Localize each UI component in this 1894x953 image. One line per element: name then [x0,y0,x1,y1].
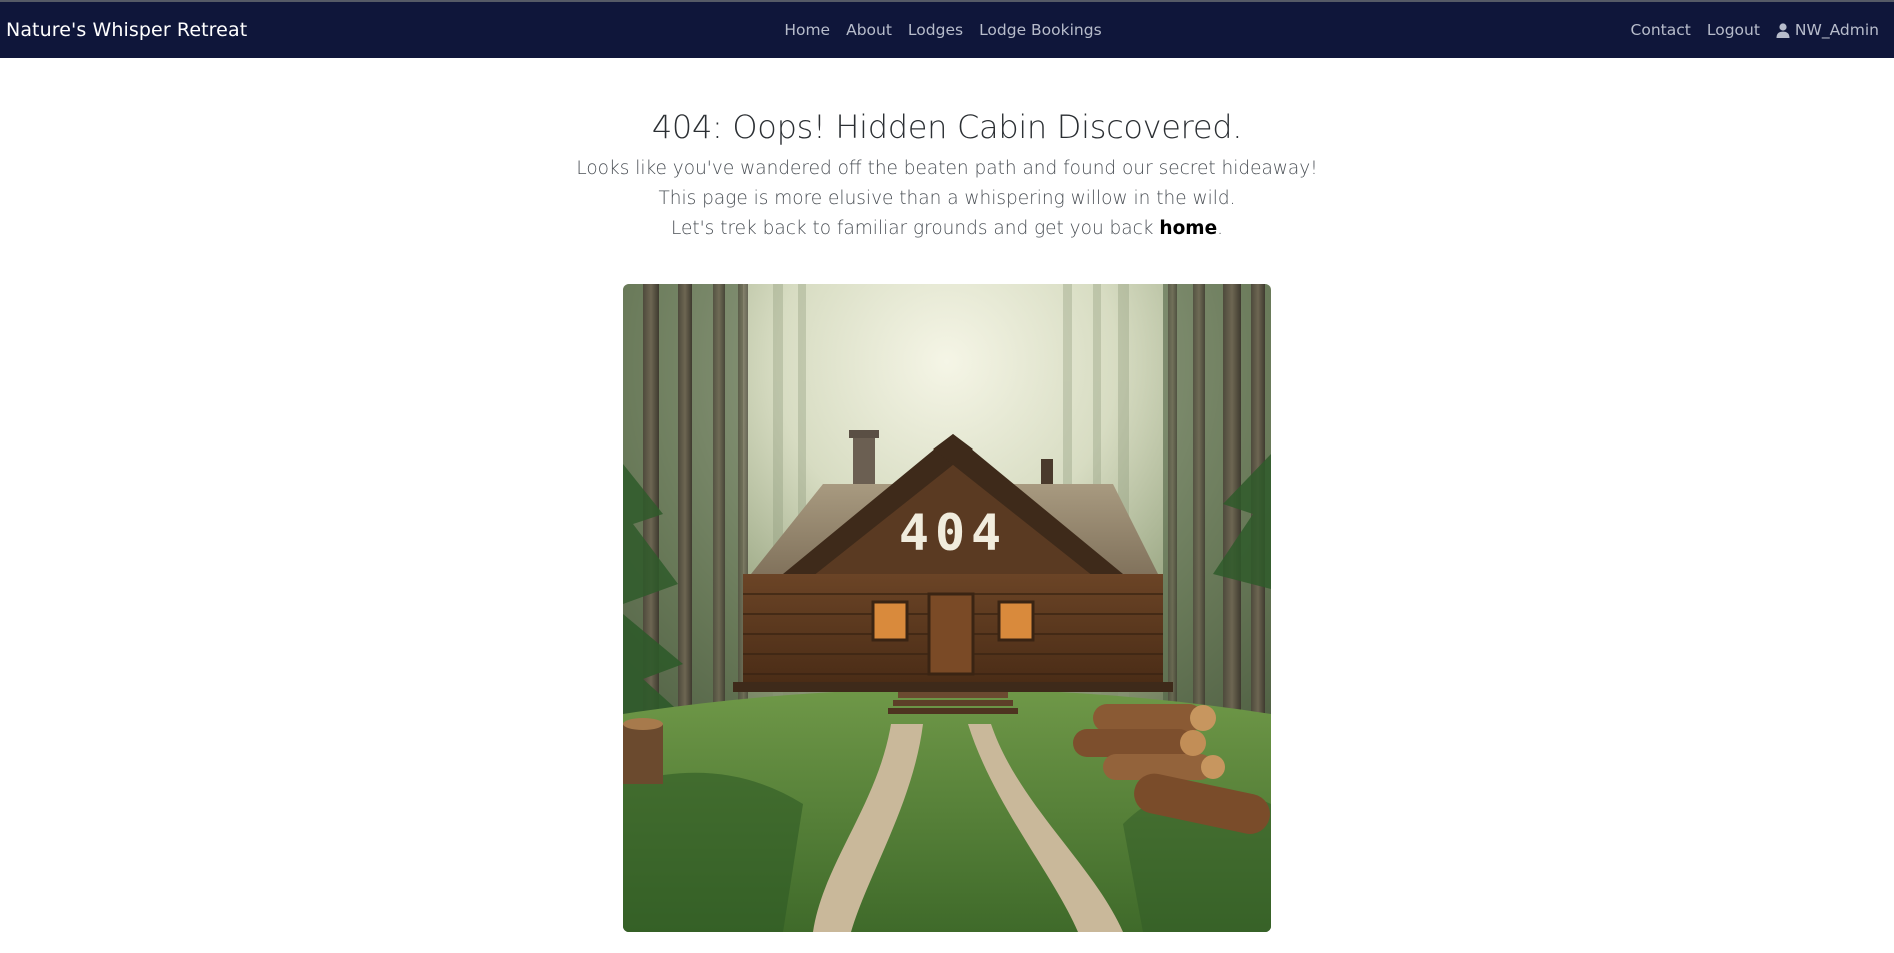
nav-lodge-bookings[interactable]: Lodge Bookings [979,21,1102,39]
page-title: 404: Oops! Hidden Cabin Discovered. [651,108,1243,146]
message-line-1: Looks like you've wandered off the beate… [576,158,1318,179]
user-menu[interactable]: NW_Admin [1776,21,1879,39]
message-block: Looks like you've wandered off the beate… [0,154,1894,244]
nav-links: Home About Lodges Lodge Bookings [784,21,1101,39]
navbar: Nature's Whisper Retreat Home About Lodg… [0,2,1894,58]
message-line-3-prefix: Let's trek back to familiar grounds and … [670,218,1160,239]
nav-right: Contact Logout NW_Admin [1631,21,1888,39]
message-line-2: This page is more elusive than a whisper… [658,188,1236,209]
message-line-3: Let's trek back to familiar grounds and … [0,214,1894,244]
username-label: NW_Admin [1794,21,1879,39]
nav-contact[interactable]: Contact [1631,21,1691,39]
nav-logout[interactable]: Logout [1707,21,1760,39]
right-forest [1163,284,1271,764]
brand-link[interactable]: Nature's Whisper Retreat [6,19,247,41]
cabin-illustration: 404 [623,284,1271,932]
cabin-404-image: 404 [623,284,1271,932]
nav-lodges[interactable]: Lodges [908,21,963,39]
home-link[interactable]: home [1159,218,1217,239]
left-forest [623,284,748,764]
nav-center: Home About Lodges Lodge Bookings [0,2,1894,58]
user-icon [1776,22,1790,38]
nav-home[interactable]: Home [784,21,830,39]
nav-about[interactable]: About [846,21,892,39]
main-content: 404: Oops! Hidden Cabin Discovered. Look… [0,108,1894,932]
message-line-3-suffix: . [1217,218,1224,239]
cabin-404-sign: 404 [899,504,1007,562]
